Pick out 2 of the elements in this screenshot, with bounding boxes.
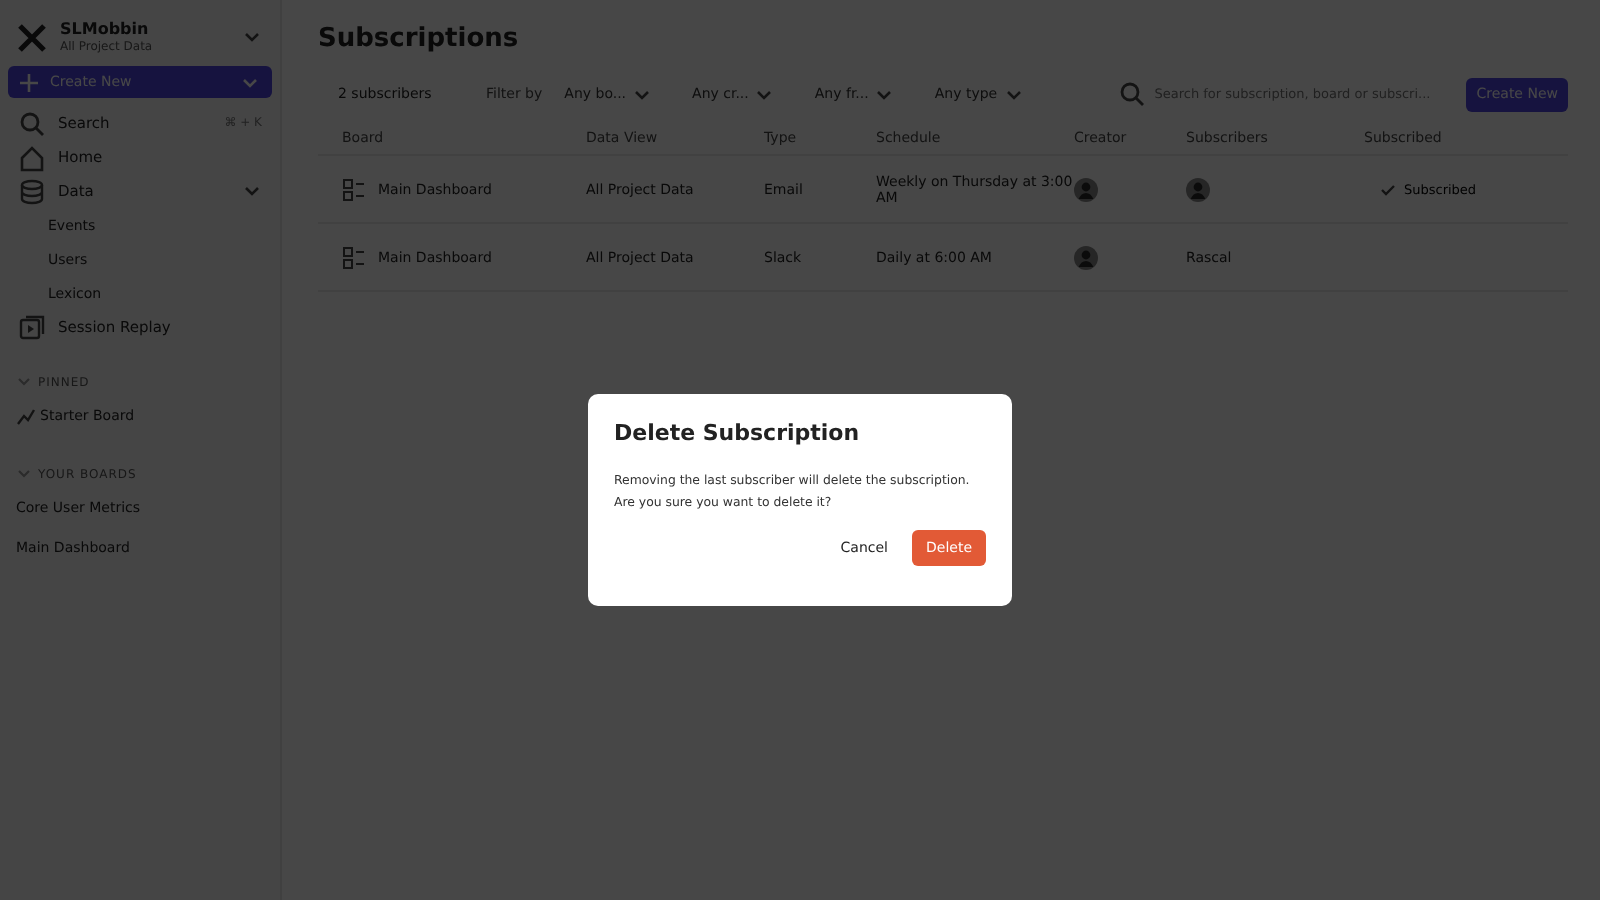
page-title: Subscriptions — [318, 24, 521, 54]
dialog-title: Delete Subscription — [614, 420, 862, 446]
